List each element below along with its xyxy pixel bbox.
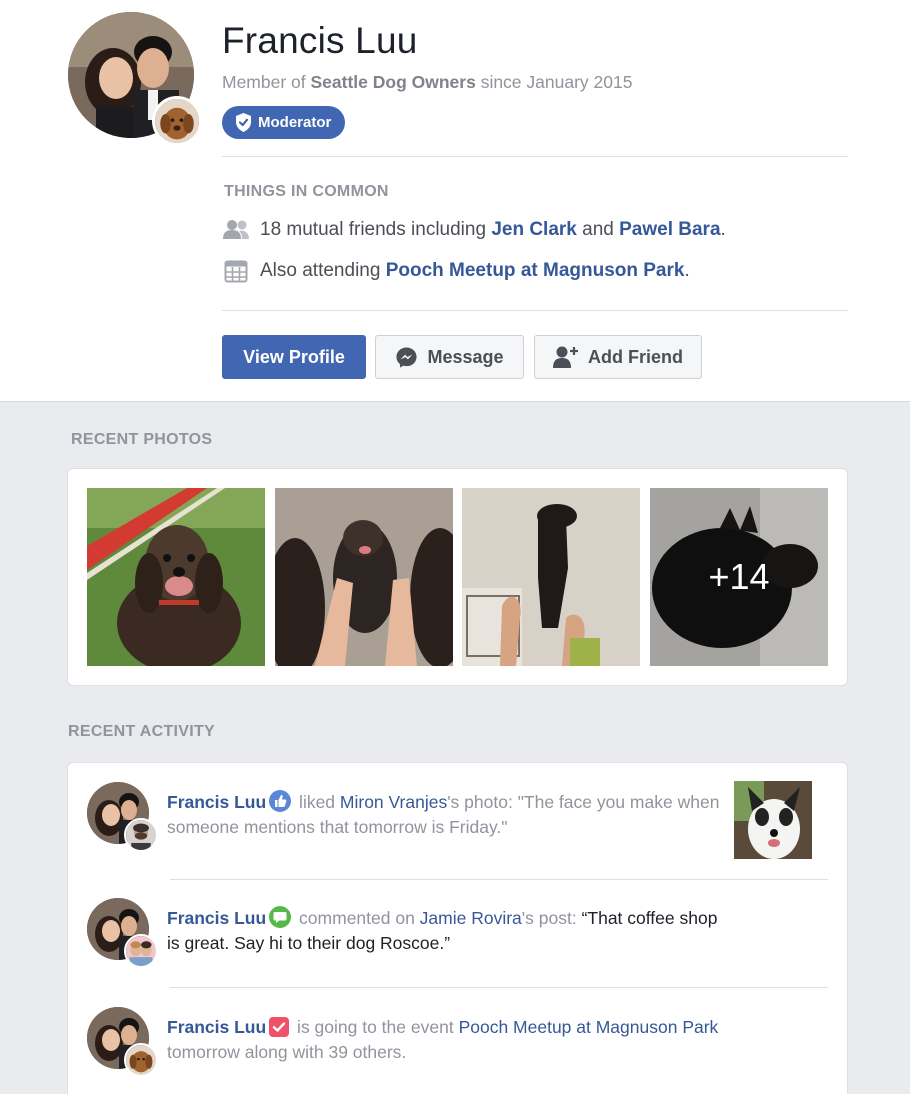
add-friend-label: Add Friend xyxy=(588,346,683,367)
shield-check-icon xyxy=(235,113,252,132)
divider xyxy=(222,310,848,311)
moderator-badge: Moderator xyxy=(222,106,346,139)
badge-label: Moderator xyxy=(258,114,332,131)
calendar-icon xyxy=(222,259,250,283)
actor-link[interactable]: Francis Luu xyxy=(167,792,266,812)
event-link[interactable]: Pooch Meetup at Magnuson Park xyxy=(386,260,685,281)
actor-link[interactable]: Francis Luu xyxy=(167,908,266,928)
member-suffix: since January 2015 xyxy=(475,72,633,92)
message-button[interactable]: Message xyxy=(375,335,524,379)
activity-text: Francis Luu commented on Jamie Rovira's … xyxy=(167,906,727,956)
divider xyxy=(222,156,848,157)
activity-verb: is going to the event xyxy=(292,1017,459,1037)
add-friend-button[interactable]: Add Friend xyxy=(534,335,702,379)
check-square-icon xyxy=(269,1017,290,1037)
things-in-common-heading: THINGS IN COMMON xyxy=(224,183,389,200)
event-text: Also attending Pooch Meetup at Magnuson … xyxy=(260,260,690,282)
target-link[interactable]: Jamie Rovira xyxy=(420,908,522,928)
view-profile-button[interactable]: View Profile xyxy=(222,335,366,379)
activity-text: Francis Luu liked Miron Vranjes's photo:… xyxy=(167,790,727,840)
membership-info: Member of Seattle Dog Owners since Janua… xyxy=(222,72,632,93)
friend-link-jen-clark[interactable]: Jen Clark xyxy=(491,219,577,240)
friend-mini-avatar xyxy=(124,934,158,968)
friend-mini-avatar xyxy=(124,818,158,852)
member-prefix: Member of xyxy=(222,72,311,92)
event-link[interactable]: Pooch Meetup at Magnuson Park xyxy=(459,1017,719,1037)
message-label: Message xyxy=(427,346,504,367)
activity-rest: 's post: xyxy=(521,908,582,928)
activity-text: Francis Luu is going to the event Pooch … xyxy=(167,1015,727,1065)
liked-photo-thumbnail[interactable] xyxy=(734,781,812,859)
event-prefix: Also attending xyxy=(260,260,386,281)
profile-name: Francis Luu xyxy=(222,20,418,61)
dog-avatar xyxy=(152,96,202,146)
mutual-friends-text: 18 mutual friends including Jen Clark an… xyxy=(260,219,726,241)
recent-activity-heading: RECENT ACTIVITY xyxy=(68,723,216,740)
target-link[interactable]: Miron Vranjes xyxy=(340,792,447,812)
group-name[interactable]: Seattle Dog Owners xyxy=(311,72,476,92)
actor-link[interactable]: Francis Luu xyxy=(167,1017,266,1037)
mutual-friends-row: 18 mutual friends including Jen Clark an… xyxy=(222,218,726,242)
photo-3[interactable] xyxy=(462,488,640,666)
add-person-icon xyxy=(553,345,579,369)
recent-photos-heading: RECENT PHOTOS xyxy=(71,431,213,448)
recent-activity-card: Francis Luu liked Miron Vranjes's photo:… xyxy=(67,762,848,1094)
event-row: Also attending Pooch Meetup at Magnuson … xyxy=(222,259,690,283)
activity-verb: commented on xyxy=(294,908,420,928)
friends-end: . xyxy=(720,219,726,240)
more-photos-count[interactable]: +14 xyxy=(650,488,828,666)
divider xyxy=(170,879,828,880)
activity-rest: tomorrow along with 39 others. xyxy=(167,1042,407,1062)
activity-verb: liked xyxy=(294,792,340,812)
friend-link-pawel-bara[interactable]: Pawel Bara xyxy=(619,219,720,240)
photo-4[interactable]: +14 xyxy=(650,488,828,666)
profile-header: Francis Luu Member of Seattle Dog Owners… xyxy=(0,0,910,402)
divider xyxy=(170,987,828,988)
photo-1[interactable] xyxy=(87,488,265,666)
friends-and: and xyxy=(576,219,620,240)
dog-mini-avatar xyxy=(124,1043,158,1077)
messenger-icon xyxy=(395,346,418,369)
thumbs-up-icon xyxy=(269,790,292,812)
comment-bubble-icon xyxy=(269,906,292,928)
people-icon xyxy=(222,218,250,242)
photo-2[interactable] xyxy=(275,488,453,666)
recent-photos-card: +14 xyxy=(67,468,848,686)
friends-prefix: 18 mutual friends including xyxy=(260,219,492,240)
event-end: . xyxy=(684,260,690,281)
